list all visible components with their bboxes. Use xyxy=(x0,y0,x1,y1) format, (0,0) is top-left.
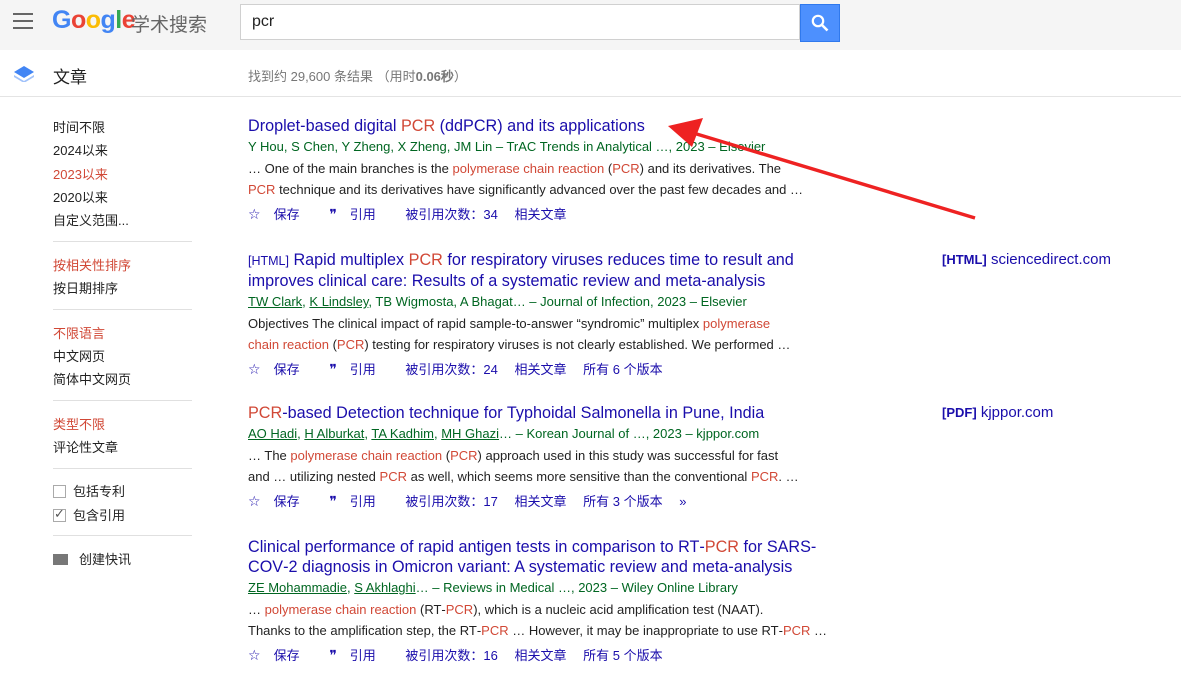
cited-by-link[interactable]: 被引用次数：34 xyxy=(405,207,497,222)
author-link[interactable]: TA Kadhim xyxy=(371,426,434,441)
mail-icon xyxy=(53,554,68,565)
save-button[interactable]: ☆ 保存 xyxy=(248,206,313,222)
author-link[interactable]: S Akhlaghi xyxy=(354,580,415,595)
section-label-articles[interactable]: 文章 xyxy=(53,63,87,88)
result-authors: Y Hou, S Chen, Y Zheng, X Zheng, JM Lin … xyxy=(248,139,766,154)
search-result: Droplet‐based digital PCR (ddPCR) and it… xyxy=(248,116,848,223)
search-button[interactable] xyxy=(800,4,840,42)
search-result: [HTML] Rapid multiplex PCR for respirato… xyxy=(248,250,848,378)
top-bar: Google 学术搜索 xyxy=(0,0,1181,50)
quote-icon: ❞ xyxy=(329,493,337,509)
type-review-articles[interactable]: 评论性文章 xyxy=(53,437,118,456)
language-any[interactable]: 不限语言 xyxy=(53,323,105,342)
author-link[interactable]: AO Hadi xyxy=(248,426,297,441)
filter-since-2020[interactable]: 2020以来 xyxy=(53,187,108,206)
star-icon: ☆ xyxy=(248,493,261,509)
sort-by-date[interactable]: 按日期排序 xyxy=(53,278,118,297)
star-icon: ☆ xyxy=(248,206,261,222)
result-title-link[interactable]: Droplet‐based digital PCR (ddPCR) and it… xyxy=(248,116,848,136)
fulltext-link[interactable]: [PDF] kjppor.com xyxy=(942,404,1053,421)
divider xyxy=(53,309,192,310)
quote-icon: ❞ xyxy=(329,206,337,222)
divider xyxy=(53,241,192,242)
all-versions-link[interactable]: 所有 3 个版本 xyxy=(583,494,662,509)
result-title-link[interactable]: PCR‐based Detection technique for Typhoi… xyxy=(248,403,848,423)
result-stats: 找到约 29,600 条结果 （用时0.06秒） xyxy=(248,69,467,84)
star-icon: ☆ xyxy=(248,361,261,377)
result-format-tag: [HTML] xyxy=(248,254,289,268)
save-button[interactable]: ☆ 保存 xyxy=(248,647,313,663)
related-articles-link[interactable]: 相关文章 xyxy=(514,648,566,663)
create-alert-link[interactable]: 创建快讯 xyxy=(53,549,131,568)
include-citations-checkbox[interactable]: 包含引用 xyxy=(53,505,125,524)
related-articles-link[interactable]: 相关文章 xyxy=(514,362,566,377)
result-snippet: … One of the main branches is the polyme… xyxy=(248,161,803,197)
checkbox-unchecked[interactable] xyxy=(53,485,66,498)
author-link[interactable]: ZE Mohammadie xyxy=(248,580,347,595)
result-snippet: … polymerase chain reaction (RT‐PCR), wh… xyxy=(248,602,828,638)
divider xyxy=(53,468,192,469)
divider xyxy=(53,535,192,536)
related-articles-link[interactable]: 相关文章 xyxy=(514,494,566,509)
type-any[interactable]: 类型不限 xyxy=(53,414,105,433)
search-icon xyxy=(811,14,829,32)
sort-by-relevance[interactable]: 按相关性排序 xyxy=(53,255,131,274)
result-actions: ☆ 保存 ❞ 引用 被引用次数：24 相关文章 所有 6 个版本 xyxy=(248,359,848,378)
filter-custom-range[interactable]: 自定义范围... xyxy=(53,210,129,229)
articles-icon xyxy=(14,66,34,82)
filter-since-2024[interactable]: 2024以来 xyxy=(53,140,108,159)
save-button[interactable]: ☆ 保存 xyxy=(248,493,313,509)
sub-bar: 文章 找到约 29,600 条结果 （用时0.06秒） xyxy=(0,50,1181,97)
result-title-link[interactable]: Clinical performance of rapid antigen te… xyxy=(248,537,848,577)
menu-icon[interactable] xyxy=(13,13,33,29)
search-box xyxy=(240,4,800,40)
language-chinese-pages[interactable]: 中文网页 xyxy=(53,346,105,365)
result-actions: ☆ 保存 ❞ 引用 被引用次数：17 相关文章 所有 3 个版本 » xyxy=(248,491,848,510)
cited-by-link[interactable]: 被引用次数：16 xyxy=(405,648,497,663)
include-patents-checkbox[interactable]: 包括专利 xyxy=(53,481,125,500)
star-icon: ☆ xyxy=(248,647,261,663)
all-versions-link[interactable]: 所有 5 个版本 xyxy=(583,648,662,663)
author-link[interactable]: K Lindsley xyxy=(309,294,368,309)
result-title-link[interactable]: [HTML] Rapid multiplex PCR for respirato… xyxy=(248,250,848,291)
cited-by-link[interactable]: 被引用次数：17 xyxy=(405,494,497,509)
author-link[interactable]: H Alburkat xyxy=(304,426,364,441)
author-link[interactable]: TW Clark xyxy=(248,294,302,309)
result-snippet: Objectives The clinical impact of rapid … xyxy=(248,316,791,352)
save-button[interactable]: ☆ 保存 xyxy=(248,361,313,377)
filter-time-any[interactable]: 时间不限 xyxy=(53,117,105,136)
cite-button[interactable]: ❞ 引用 xyxy=(329,206,389,222)
cite-button[interactable]: ❞ 引用 xyxy=(329,361,389,377)
search-result: PCR‐based Detection technique for Typhoi… xyxy=(248,403,848,510)
checkbox-checked[interactable] xyxy=(53,506,66,522)
search-input[interactable] xyxy=(250,5,794,39)
result-actions: ☆ 保存 ❞ 引用 被引用次数：16 相关文章 所有 5 个版本 xyxy=(248,645,848,664)
google-logo[interactable]: Google xyxy=(52,6,136,35)
cite-button[interactable]: ❞ 引用 xyxy=(329,647,389,663)
all-versions-link[interactable]: 所有 6 个版本 xyxy=(583,362,662,377)
quote-icon: ❞ xyxy=(329,647,337,663)
quote-icon: ❞ xyxy=(329,361,337,377)
filter-since-2023[interactable]: 2023以来 xyxy=(53,164,108,183)
logo-subtitle: 学术搜索 xyxy=(131,15,208,36)
cited-by-link[interactable]: 被引用次数：24 xyxy=(405,362,497,377)
result-snippet: … The polymerase chain reaction (PCR) ap… xyxy=(248,448,799,484)
divider xyxy=(53,400,192,401)
related-articles-link[interactable]: 相关文章 xyxy=(514,207,566,222)
result-authors: AO Hadi, H Alburkat, TA Kadhim, MH Ghazi… xyxy=(248,426,760,441)
cite-button[interactable]: ❞ 引用 xyxy=(329,493,389,509)
result-actions: ☆ 保存 ❞ 引用 被引用次数：34 相关文章 xyxy=(248,204,848,223)
language-simplified-chinese[interactable]: 简体中文网页 xyxy=(53,369,131,388)
result-authors: TW Clark, K Lindsley, TB Wigmosta, A Bha… xyxy=(248,294,747,309)
result-authors: ZE Mohammadie, S Akhlaghi… – Reviews in … xyxy=(248,580,738,595)
author-link[interactable]: MH Ghazi xyxy=(441,426,499,441)
search-result: Clinical performance of rapid antigen te… xyxy=(248,537,848,664)
more-chevron-icon[interactable]: » xyxy=(679,494,686,509)
fulltext-link[interactable]: [HTML] sciencedirect.com xyxy=(942,251,1111,268)
